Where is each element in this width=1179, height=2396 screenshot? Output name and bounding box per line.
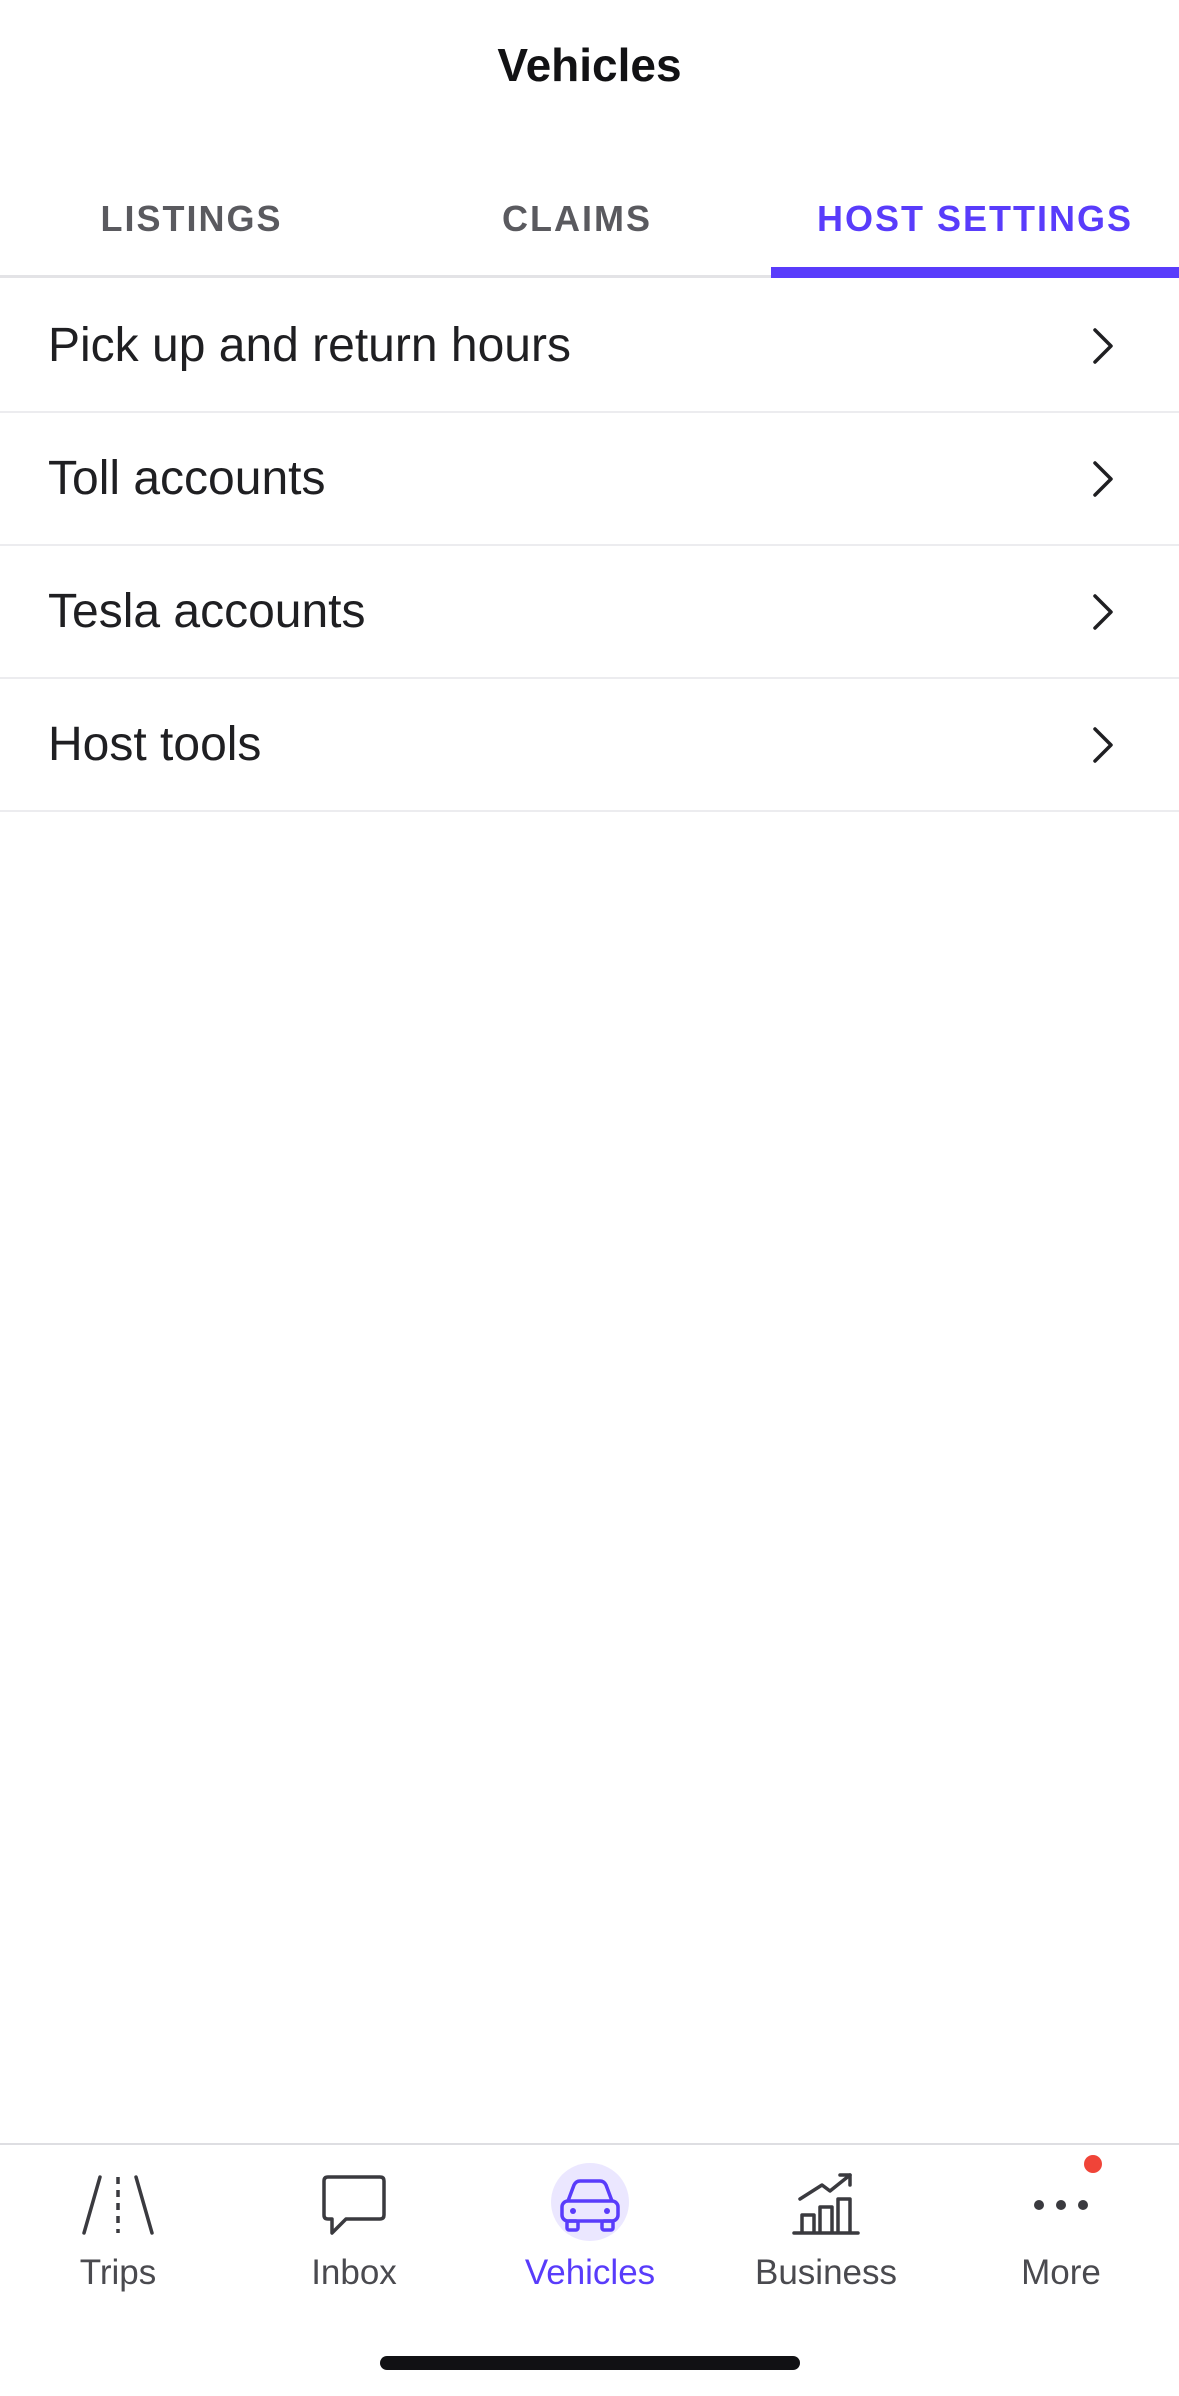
nav-vehicles-label: Vehicles [524,2253,656,2292]
nav-more-label: More [1021,2253,1101,2292]
nav-business[interactable]: Business [708,2145,944,2295]
host-settings-list: Pick up and return hours Toll accounts T… [0,280,1179,812]
list-item-label: Host tools [48,718,262,771]
nav-trips-label: Trips [79,2253,157,2292]
more-dots-icon [1034,2200,1088,2210]
chevron-right-icon [1093,328,1113,364]
tab-host-settings[interactable]: HOST SETTINGS [771,160,1179,278]
top-tabs: LISTINGS CLAIMS HOST SETTINGS [0,160,1179,278]
notification-dot [1084,2155,1102,2173]
home-indicator [380,2356,800,2370]
road-icon [82,2175,154,2235]
chat-bubble-icon [322,2175,386,2235]
chevron-right-icon [1093,461,1113,497]
list-item-host-tools[interactable]: Host tools [0,679,1179,812]
nav-more[interactable]: More [943,2145,1179,2295]
list-item-pickup-return-hours[interactable]: Pick up and return hours [0,280,1179,413]
list-item-toll-accounts[interactable]: Toll accounts [0,413,1179,546]
list-item-label: Pick up and return hours [48,319,571,372]
active-tab-indicator [771,267,1179,278]
bar-chart-trend-icon [792,2173,860,2235]
tab-listings[interactable]: LISTINGS [0,160,383,278]
header: Vehicles [0,0,1179,140]
nav-vehicles[interactable]: Vehicles [472,2145,708,2295]
chevron-right-icon [1093,727,1113,763]
tab-claims[interactable]: CLAIMS [383,160,771,278]
chevron-right-icon [1093,594,1113,630]
nav-business-label: Business [754,2253,898,2292]
nav-trips[interactable]: Trips [0,2145,236,2295]
list-item-label: Toll accounts [48,452,326,505]
list-item-label: Tesla accounts [48,585,366,638]
nav-inbox[interactable]: Inbox [236,2145,472,2295]
nav-inbox-label: Inbox [311,2253,397,2292]
car-icon [560,2179,620,2232]
page-title: Vehicles [497,39,682,91]
list-item-tesla-accounts[interactable]: Tesla accounts [0,546,1179,679]
